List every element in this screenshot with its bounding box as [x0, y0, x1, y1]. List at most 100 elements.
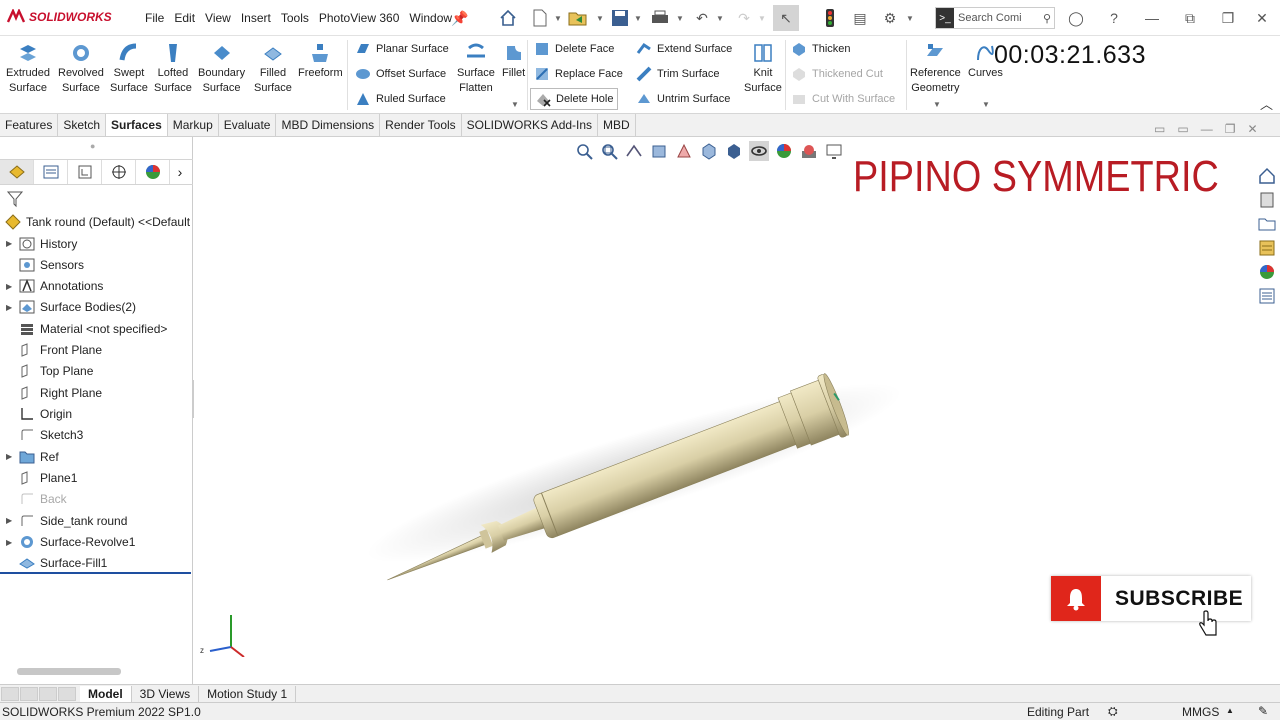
minimize-icon[interactable]: —: [1142, 8, 1162, 28]
subscribe-button[interactable]: SUBSCRIBE: [1051, 576, 1251, 621]
redo-icon[interactable]: ↷: [734, 8, 754, 28]
tree-item[interactable]: Top Plane: [0, 361, 93, 382]
file-properties-icon[interactable]: ▤: [850, 8, 870, 28]
dimxpert-tab-icon[interactable]: [102, 160, 136, 184]
delete-face-button[interactable]: Delete Face: [534, 38, 614, 60]
menu-edit[interactable]: Edit: [169, 11, 200, 25]
rebuild-status-icon[interactable]: ⛭: [1108, 704, 1118, 719]
section-view-icon[interactable]: [649, 141, 669, 161]
new-document-icon[interactable]: [530, 8, 550, 28]
tree-item[interactable]: ▶ Annotations: [0, 276, 103, 297]
print-icon[interactable]: [650, 8, 670, 28]
extend-surface-button[interactable]: Extend Surface: [636, 38, 732, 60]
chevron-down-icon[interactable]: ▼: [554, 14, 562, 23]
tab-render-tools[interactable]: Render Tools: [380, 114, 462, 136]
expand-arrow-icon[interactable]: ▶: [6, 516, 18, 525]
tree-item[interactable]: Sketch3: [0, 425, 83, 446]
expand-arrow-icon[interactable]: ▶: [6, 538, 18, 547]
tree-item[interactable]: Surface-Fill1: [0, 553, 107, 574]
customize-status-icon[interactable]: ✎: [1258, 704, 1268, 718]
chevron-down-icon[interactable]: ▼: [982, 100, 990, 109]
first-tab-icon[interactable]: [1, 686, 19, 701]
chevron-down-icon[interactable]: ▼: [511, 100, 519, 109]
select-cursor-icon[interactable]: ↖: [773, 5, 799, 31]
tab-surfaces[interactable]: Surfaces: [106, 114, 168, 136]
tree-root[interactable]: Tank round (Default) <<Default: [0, 211, 190, 232]
chevron-up-icon[interactable]: ▲: [1226, 706, 1234, 715]
zoom-to-area-icon[interactable]: [599, 141, 619, 161]
menu-file[interactable]: File: [140, 11, 169, 25]
dynamic-annotation-icon[interactable]: [674, 141, 694, 161]
custom-properties-icon[interactable]: [1256, 285, 1278, 307]
chevron-down-icon[interactable]: ▼: [758, 14, 766, 23]
close-icon[interactable]: ✕: [1252, 8, 1272, 28]
chevron-down-icon[interactable]: ▼: [634, 14, 642, 23]
freeform-button[interactable]: Freeform: [298, 42, 343, 81]
panel-grip-icon[interactable]: ●: [90, 141, 95, 151]
solidworks-resources-icon[interactable]: [1256, 165, 1278, 187]
thicken-button[interactable]: Thicken: [791, 38, 851, 60]
knit-surface-button[interactable]: Knit Surface: [744, 42, 782, 96]
rebuild-icon[interactable]: [820, 8, 840, 28]
ruled-surface-button[interactable]: Ruled Surface: [355, 88, 446, 110]
menu-view[interactable]: View: [200, 11, 236, 25]
tab-evaluate[interactable]: Evaluate: [219, 114, 277, 136]
rollback-bar[interactable]: [0, 572, 191, 574]
undo-icon[interactable]: ↶: [692, 8, 712, 28]
viewport-restore-icon[interactable]: ❐: [1225, 122, 1236, 136]
view-palette-icon[interactable]: [1256, 237, 1278, 259]
home-icon[interactable]: [498, 8, 518, 28]
panel-tabs-more-icon[interactable]: ›: [170, 160, 190, 184]
lofted-surface-button[interactable]: Lofted Surface: [154, 42, 192, 96]
open-folder-icon[interactable]: [568, 8, 588, 28]
next-tab-icon[interactable]: [39, 686, 57, 701]
view-settings-icon[interactable]: [824, 141, 844, 161]
unit-system[interactable]: MMGS: [1182, 705, 1219, 719]
reference-geometry-button[interactable]: Reference Geometry: [910, 42, 961, 96]
tab-markup[interactable]: Markup: [168, 114, 219, 136]
menu-photoview[interactable]: PhotoView 360: [314, 11, 405, 25]
expand-arrow-icon[interactable]: ▶: [6, 239, 18, 248]
search-icon[interactable]: ⚲: [1043, 12, 1051, 25]
expand-arrow-icon[interactable]: ▶: [6, 282, 18, 291]
property-manager-tab-icon[interactable]: [34, 160, 68, 184]
tree-horizontal-scrollbar[interactable]: [17, 668, 121, 675]
new-window-icon[interactable]: ▭: [1177, 122, 1188, 136]
restore-tab-icon[interactable]: ⧉: [1180, 8, 1200, 28]
previous-view-icon[interactable]: [624, 141, 644, 161]
file-explorer-icon[interactable]: [1256, 213, 1278, 235]
display-style-icon[interactable]: [724, 141, 744, 161]
chevron-down-icon[interactable]: ▼: [676, 14, 684, 23]
fillet-button[interactable]: Fillet: [502, 42, 525, 81]
display-manager-tab-icon[interactable]: [136, 160, 170, 184]
offset-surface-button[interactable]: Offset Surface: [355, 63, 446, 85]
feature-manager-tab-icon[interactable]: [0, 160, 34, 184]
tab-3d-views[interactable]: 3D Views: [132, 685, 200, 702]
view-orientation-icon[interactable]: [699, 141, 719, 161]
menu-insert[interactable]: Insert: [236, 11, 276, 25]
tree-item[interactable]: ▶ Surface Bodies(2): [0, 297, 136, 318]
revolved-surface-button[interactable]: Revolved Surface: [58, 42, 104, 96]
help-icon[interactable]: ?: [1104, 8, 1124, 28]
design-library-icon[interactable]: [1256, 189, 1278, 211]
menu-tools[interactable]: Tools: [276, 11, 314, 25]
tree-item[interactable]: ▶ Ref: [0, 446, 59, 467]
viewport-minimize-icon[interactable]: —: [1201, 122, 1213, 136]
search-box[interactable]: >_ Search Comi ⚲: [935, 7, 1055, 29]
tree-item[interactable]: ▶ Surface-Revolve1: [0, 532, 135, 553]
trim-surface-button[interactable]: Trim Surface: [636, 63, 720, 85]
viewport-close-icon[interactable]: ✕: [1247, 122, 1257, 136]
restore-window-icon[interactable]: ❐: [1218, 8, 1238, 28]
search-input[interactable]: Search Comi: [958, 12, 1022, 24]
chevron-down-icon[interactable]: ▼: [906, 14, 914, 23]
tab-solidworks-add-ins[interactable]: SOLIDWORKS Add-Ins: [462, 114, 599, 136]
pin-icon[interactable]: 📌: [450, 8, 470, 28]
chevron-down-icon[interactable]: ▼: [716, 14, 724, 23]
last-tab-icon[interactable]: [58, 686, 76, 701]
tree-item[interactable]: Material <not specified>: [0, 318, 167, 339]
tree-item[interactable]: Plane1: [0, 468, 77, 489]
tab-features[interactable]: Features: [0, 114, 59, 136]
save-icon[interactable]: [610, 8, 630, 28]
tab-motion-study[interactable]: Motion Study 1: [199, 685, 297, 702]
options-gear-icon[interactable]: ⚙: [880, 8, 900, 28]
